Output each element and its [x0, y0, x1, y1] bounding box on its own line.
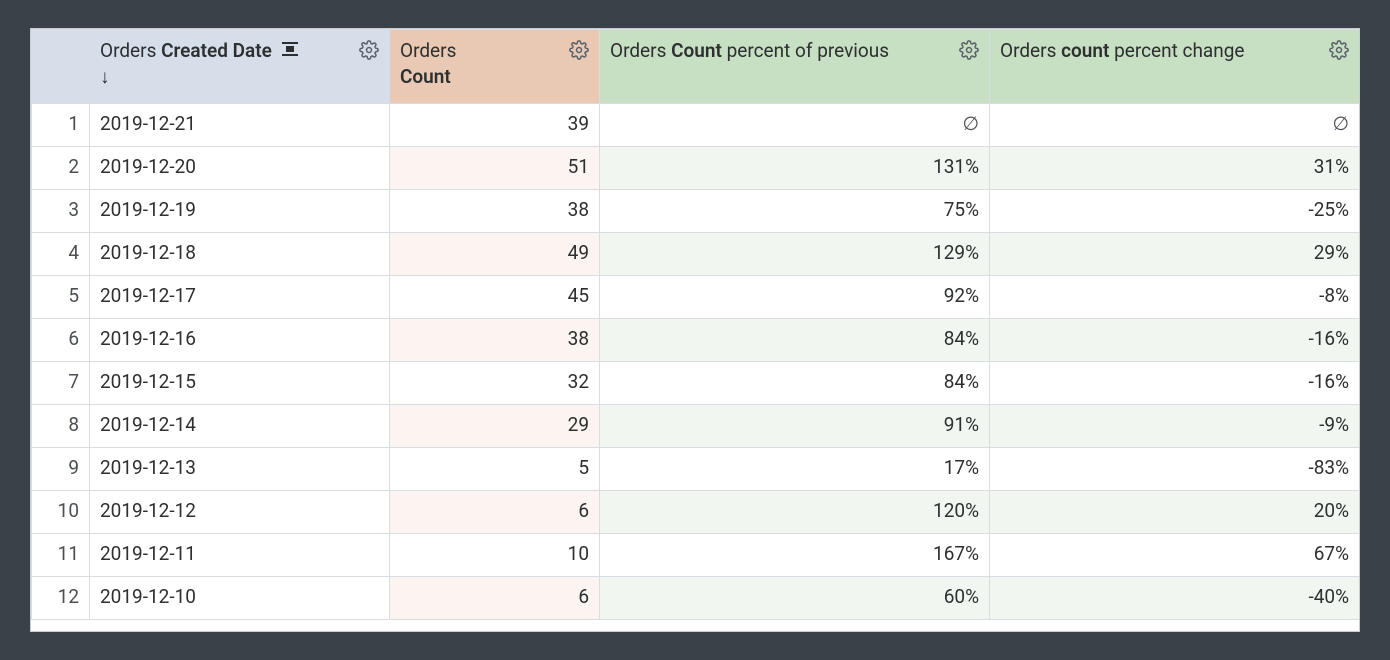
cell-percent-change[interactable]: 31% — [990, 147, 1360, 190]
cell-percent-change[interactable]: 67% — [990, 534, 1360, 577]
row-number: 12 — [32, 577, 90, 620]
data-table-panel: Orders Created Date — [30, 28, 1360, 632]
gear-icon[interactable] — [569, 40, 589, 60]
table-row[interactable]: 52019-12-174592%-8% — [32, 276, 1360, 319]
cell-percent-change[interactable]: -9% — [990, 405, 1360, 448]
cell-percent-change[interactable]: -83% — [990, 448, 1360, 491]
cell-percent-of-previous[interactable]: 91% — [600, 405, 990, 448]
cell-percent-of-previous[interactable]: 84% — [600, 319, 990, 362]
table-row[interactable]: 32019-12-193875%-25% — [32, 190, 1360, 233]
cell-created-date[interactable]: 2019-12-11 — [90, 534, 390, 577]
cell-created-date[interactable]: 2019-12-10 — [90, 577, 390, 620]
cell-created-date[interactable]: 2019-12-21 — [90, 104, 390, 147]
cell-orders-count[interactable]: 6 — [390, 577, 600, 620]
pivot-icon[interactable] — [281, 38, 299, 54]
row-number: 10 — [32, 491, 90, 534]
cell-orders-count[interactable]: 29 — [390, 405, 600, 448]
cell-orders-count[interactable]: 45 — [390, 276, 600, 319]
cell-percent-of-previous[interactable]: 17% — [600, 448, 990, 491]
cell-percent-of-previous[interactable]: 167% — [600, 534, 990, 577]
cell-percent-of-previous[interactable]: 60% — [600, 577, 990, 620]
table-body: 12019-12-2139∅∅22019-12-2051131%31%32019… — [32, 104, 1360, 620]
table-row[interactable]: 62019-12-163884%-16% — [32, 319, 1360, 362]
table-row[interactable]: 122019-12-10660%-40% — [32, 577, 1360, 620]
table-row[interactable]: 12019-12-2139∅∅ — [32, 104, 1360, 147]
cell-percent-change[interactable]: -16% — [990, 362, 1360, 405]
cell-created-date[interactable]: 2019-12-12 — [90, 491, 390, 534]
row-number: 6 — [32, 319, 90, 362]
cell-orders-count[interactable]: 49 — [390, 233, 600, 276]
cell-percent-change[interactable]: -25% — [990, 190, 1360, 233]
gear-icon[interactable] — [1329, 40, 1349, 60]
header-created-date[interactable]: Orders Created Date — [90, 30, 390, 104]
header-orders-count[interactable]: Orders Count — [390, 30, 600, 104]
cell-created-date[interactable]: 2019-12-17 — [90, 276, 390, 319]
table-row[interactable]: 82019-12-142991%-9% — [32, 405, 1360, 448]
row-number: 8 — [32, 405, 90, 448]
header-percent-change[interactable]: Orders count percent change — [990, 30, 1360, 104]
cell-created-date[interactable]: 2019-12-15 — [90, 362, 390, 405]
cell-created-date[interactable]: 2019-12-14 — [90, 405, 390, 448]
cell-percent-of-previous[interactable]: 75% — [600, 190, 990, 233]
header-created-date-label: Orders Created Date — [100, 38, 299, 89]
cell-percent-of-previous[interactable]: 131% — [600, 147, 990, 190]
cell-percent-change[interactable]: 29% — [990, 233, 1360, 276]
cell-percent-change[interactable]: -16% — [990, 319, 1360, 362]
sort-desc-icon: ↓ — [100, 64, 110, 90]
cell-orders-count[interactable]: 10 — [390, 534, 600, 577]
cell-percent-of-previous[interactable]: 129% — [600, 233, 990, 276]
cell-orders-count[interactable]: 51 — [390, 147, 600, 190]
gear-icon[interactable] — [959, 40, 979, 60]
cell-created-date[interactable]: 2019-12-20 — [90, 147, 390, 190]
cell-percent-of-previous[interactable]: 92% — [600, 276, 990, 319]
table-row[interactable]: 72019-12-153284%-16% — [32, 362, 1360, 405]
row-number: 1 — [32, 104, 90, 147]
cell-orders-count[interactable]: 6 — [390, 491, 600, 534]
cell-created-date[interactable]: 2019-12-13 — [90, 448, 390, 491]
cell-orders-count[interactable]: 5 — [390, 448, 600, 491]
row-number: 4 — [32, 233, 90, 276]
cell-percent-change[interactable]: -40% — [990, 577, 1360, 620]
cell-percent-change[interactable]: ∅ — [990, 104, 1360, 147]
data-table: Orders Created Date — [31, 29, 1360, 620]
header-percent-of-previous[interactable]: Orders Count percent of previous — [600, 30, 990, 104]
row-number: 3 — [32, 190, 90, 233]
header-percent-of-previous-label: Orders Count percent of previous — [610, 38, 889, 64]
header-rownum — [32, 30, 90, 104]
cell-orders-count[interactable]: 32 — [390, 362, 600, 405]
cell-percent-of-previous[interactable]: 84% — [600, 362, 990, 405]
table-row[interactable]: 102019-12-126120%20% — [32, 491, 1360, 534]
cell-percent-change[interactable]: 20% — [990, 491, 1360, 534]
table-row[interactable]: 22019-12-2051131%31% — [32, 147, 1360, 190]
table-row[interactable]: 42019-12-1849129%29% — [32, 233, 1360, 276]
row-number: 7 — [32, 362, 90, 405]
screenshot-frame: Orders Created Date — [0, 0, 1390, 660]
gear-icon[interactable] — [359, 40, 379, 60]
cell-percent-of-previous[interactable]: ∅ — [600, 104, 990, 147]
table-row[interactable]: 92019-12-13517%-83% — [32, 448, 1360, 491]
cell-created-date[interactable]: 2019-12-16 — [90, 319, 390, 362]
table-row[interactable]: 112019-12-1110167%67% — [32, 534, 1360, 577]
cell-orders-count[interactable]: 38 — [390, 319, 600, 362]
header-row: Orders Created Date — [32, 30, 1360, 104]
row-number: 11 — [32, 534, 90, 577]
row-number: 2 — [32, 147, 90, 190]
cell-percent-of-previous[interactable]: 120% — [600, 491, 990, 534]
header-percent-change-label: Orders count percent change — [1000, 38, 1245, 64]
cell-orders-count[interactable]: 39 — [390, 104, 600, 147]
cell-orders-count[interactable]: 38 — [390, 190, 600, 233]
row-number: 5 — [32, 276, 90, 319]
cell-created-date[interactable]: 2019-12-18 — [90, 233, 390, 276]
cell-created-date[interactable]: 2019-12-19 — [90, 190, 390, 233]
cell-percent-change[interactable]: -8% — [990, 276, 1360, 319]
header-orders-count-label: Orders Count — [400, 38, 456, 89]
row-number: 9 — [32, 448, 90, 491]
